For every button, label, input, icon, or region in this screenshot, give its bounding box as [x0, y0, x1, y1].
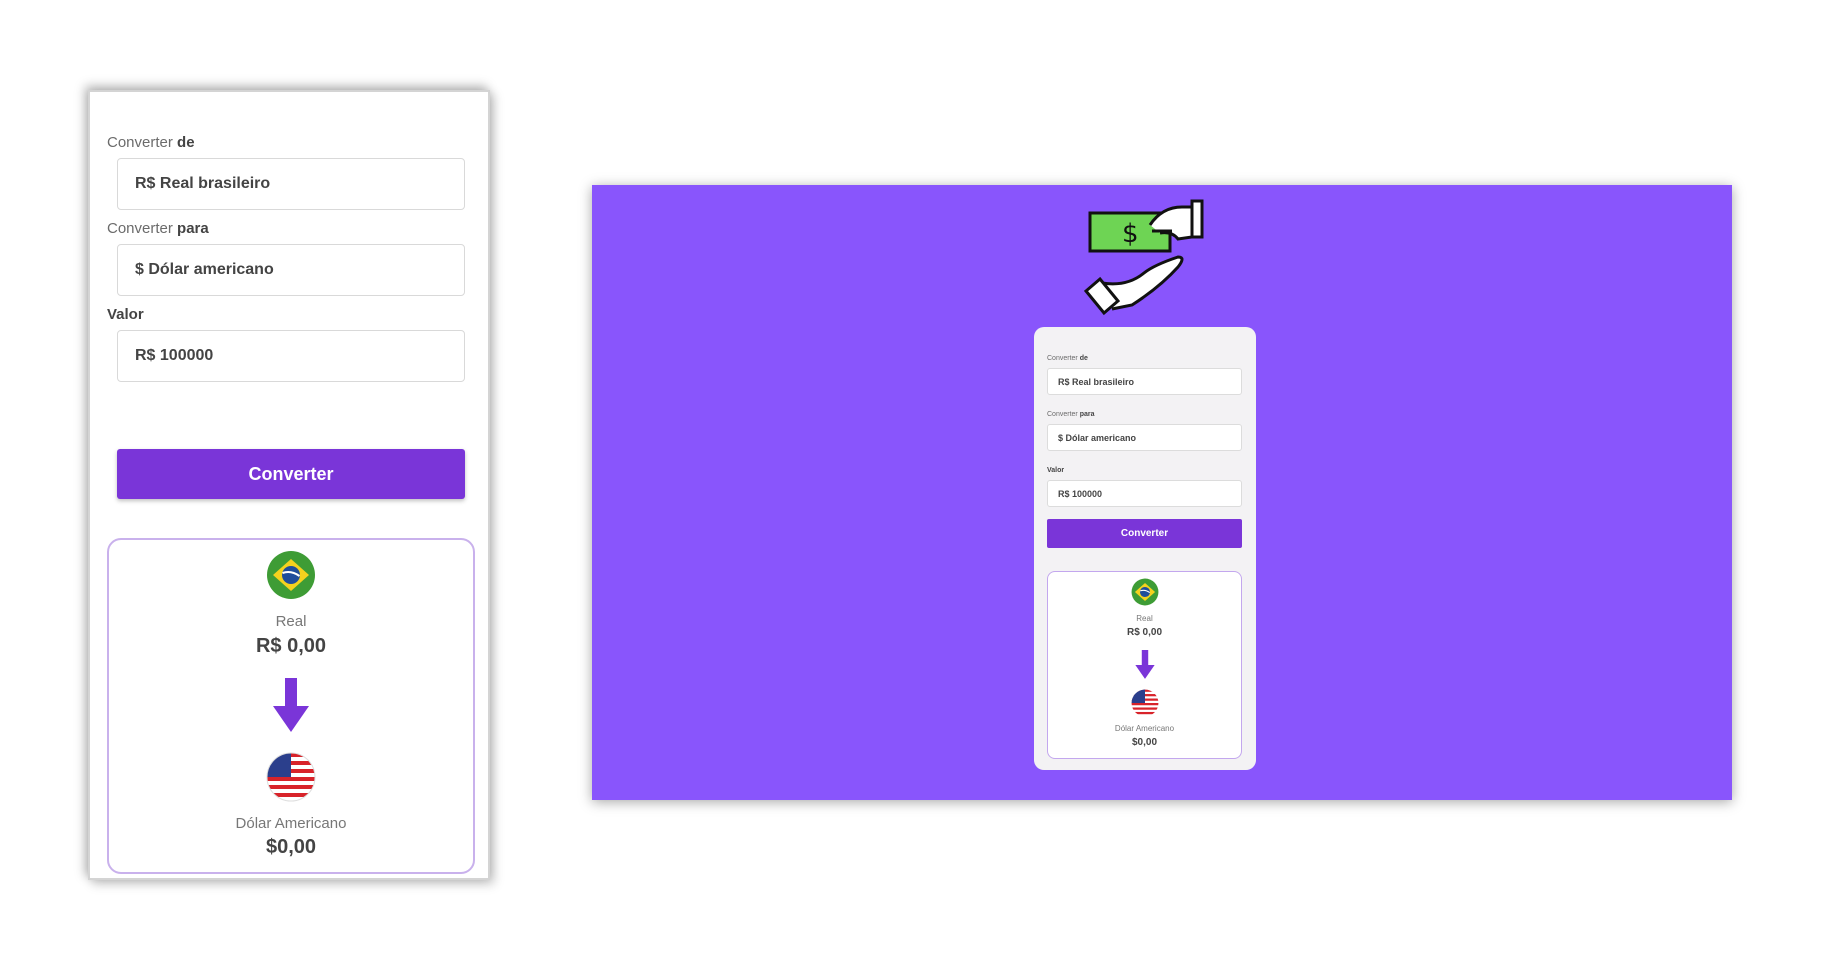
from-currency-select[interactable]: R$ Real brasileiro	[1047, 368, 1242, 395]
amount-label: Valor	[107, 306, 144, 323]
conversion-result-box: Real R$ 0,00 Dólar Americano $0,00	[107, 538, 475, 874]
from-currency-label: Converter de	[1047, 355, 1088, 362]
to-currency-name: Dólar Americano	[235, 815, 347, 832]
conversion-result-box: Real R$ 0,00 Dólar Americano $0,00	[1047, 571, 1242, 759]
convert-button[interactable]: Converter	[1047, 519, 1242, 548]
amount-input[interactable]: R$ 100000	[117, 330, 465, 382]
from-currency-select[interactable]: R$ Real brasileiro	[117, 158, 465, 210]
from-currency-name: Real	[275, 613, 307, 630]
arrow-down-icon	[273, 678, 309, 732]
desktop-preview: $ Converter de R$ Real brasileiro Conver…	[592, 185, 1732, 800]
to-currency-select[interactable]: $ Dólar americano	[117, 244, 465, 296]
to-currency-name: Dólar Americano	[1114, 724, 1175, 733]
from-currency-value: R$ 0,00	[255, 635, 327, 657]
usa-flag-icon	[266, 752, 316, 802]
from-currency-value: R$ 0,00	[1126, 627, 1163, 638]
amount-input[interactable]: R$ 100000	[1047, 480, 1242, 507]
mobile-converter-card: Converter de R$ Real brasileiro Converte…	[88, 90, 490, 880]
money-hand-icon: $	[1083, 199, 1204, 316]
to-currency-value: $0,00	[1131, 737, 1158, 748]
arrow-down-icon	[1134, 650, 1155, 679]
brazil-flag-icon	[267, 551, 315, 599]
from-currency-name: Real	[1136, 614, 1153, 623]
to-currency-label: Converter para	[107, 220, 209, 237]
usa-flag-icon	[1131, 689, 1158, 717]
brazil-flag-icon	[1131, 578, 1158, 606]
to-currency-value: $0,00	[265, 836, 317, 858]
from-currency-label: Converter de	[107, 134, 195, 151]
svg-text:$: $	[1122, 219, 1139, 249]
desktop-converter-card: Converter de R$ Real brasileiro Converte…	[1034, 327, 1256, 770]
convert-button[interactable]: Converter	[117, 449, 465, 499]
to-currency-select[interactable]: $ Dólar americano	[1047, 424, 1242, 451]
to-currency-label: Converter para	[1047, 411, 1095, 418]
amount-label: Valor	[1047, 467, 1065, 474]
